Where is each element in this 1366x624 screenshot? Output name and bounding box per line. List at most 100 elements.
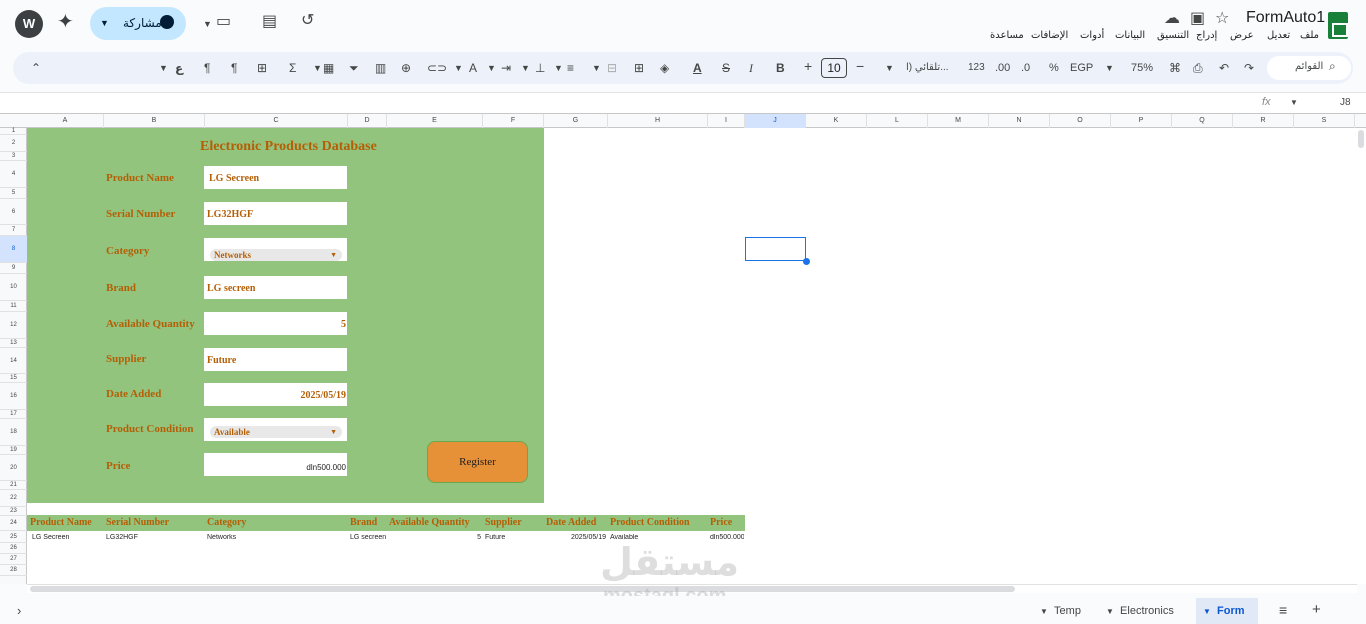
chevron-down-icon[interactable]: ▼	[100, 18, 109, 28]
row-header-10[interactable]: 10	[0, 274, 27, 301]
row-header-18[interactable]: 18	[0, 419, 27, 446]
row-header-22[interactable]: 22	[0, 490, 27, 507]
increase-decimal-button[interactable]: .00	[995, 60, 1010, 76]
halign-dropdown-icon[interactable]: ▼	[554, 60, 563, 76]
column-header-r[interactable]: R	[1233, 114, 1294, 128]
italic-button[interactable]: I	[749, 60, 753, 76]
undo-icon[interactable]: ↶	[1219, 60, 1229, 76]
gemini-icon[interactable]: ✦	[57, 12, 77, 32]
row-header-8[interactable]: 8	[0, 236, 27, 263]
input-tools-dropdown-icon[interactable]: ▼	[159, 60, 168, 76]
tab-form[interactable]: ▼ Form	[1203, 605, 1245, 617]
row-header-13[interactable]: 13	[0, 339, 27, 348]
column-header-b[interactable]: B	[104, 114, 205, 128]
row-header-19[interactable]: 19	[0, 446, 27, 455]
column-header-d[interactable]: D	[348, 114, 387, 128]
row-header-27[interactable]: 27	[0, 554, 27, 565]
row-header-26[interactable]: 26	[0, 543, 27, 554]
merge-dropdown-icon[interactable]: ▼	[592, 60, 601, 76]
column-header-g[interactable]: G	[544, 114, 608, 128]
menu-format[interactable]: التنسيق	[1157, 30, 1189, 41]
valign-dropdown-icon[interactable]: ▼	[521, 60, 530, 76]
bold-button[interactable]: B	[776, 60, 785, 76]
paint-format-icon[interactable]: ⌘	[1169, 60, 1181, 76]
input-product-name[interactable]: LG Secreen	[204, 166, 347, 189]
row-header-9[interactable]: 9	[0, 263, 27, 274]
td-serial-number[interactable]: LG32HGF	[106, 534, 204, 541]
menu-view[interactable]: عرض	[1230, 30, 1254, 41]
column-header-p[interactable]: P	[1111, 114, 1172, 128]
more-formats-button[interactable]: 123	[968, 60, 985, 76]
zoom-select[interactable]: 75%	[1131, 60, 1153, 76]
ltr-icon[interactable]: ¶	[204, 60, 210, 76]
row-header-3[interactable]: 3	[0, 152, 27, 161]
link-icon[interactable]: ⊂⊃	[427, 60, 447, 76]
row-header-25[interactable]: 25	[0, 531, 27, 543]
freeze-icon[interactable]: ⊞	[257, 60, 267, 76]
input-supplier[interactable]: Future	[204, 348, 347, 371]
row-header-7[interactable]: 7	[0, 225, 27, 236]
row-header-20[interactable]: 20	[0, 455, 27, 481]
row-header-14[interactable]: 14	[0, 348, 27, 374]
add-sheet-icon[interactable]: +	[1312, 601, 1321, 618]
input-tools-icon[interactable]: ع	[175, 60, 183, 76]
cell-reference[interactable]: J8	[1340, 97, 1351, 108]
column-header-s[interactable]: S	[1294, 114, 1355, 128]
vertical-scrollbar[interactable]	[1357, 128, 1366, 584]
column-header-e[interactable]: E	[387, 114, 483, 128]
table-icon[interactable]: ▦	[323, 60, 334, 76]
row-header-12[interactable]: 12	[0, 312, 27, 339]
menu-file[interactable]: ملف	[1300, 30, 1319, 41]
td-brand[interactable]: LG secreen	[350, 534, 387, 541]
decrease-font-button[interactable]: −	[856, 58, 864, 74]
collapse-toolbar-icon[interactable]: ⌃	[31, 60, 41, 76]
row-header-1[interactable]: 1	[0, 128, 27, 135]
increase-font-button[interactable]: +	[804, 58, 812, 74]
merge-cells-icon[interactable]: ⊟	[607, 60, 617, 76]
horizontal-align-icon[interactable]: ≡	[567, 60, 574, 76]
sheet-nav-icon[interactable]: ›	[17, 603, 21, 618]
row-header-16[interactable]: 16	[0, 383, 27, 410]
move-folder-icon[interactable]: ▣	[1190, 10, 1205, 28]
table-dropdown-icon[interactable]: ▼	[313, 60, 322, 76]
row-header-11[interactable]: 11	[0, 301, 27, 312]
input-brand[interactable]: LG secreen	[204, 276, 347, 299]
text-color-icon[interactable]: A	[693, 60, 702, 76]
selected-cell[interactable]	[745, 237, 806, 261]
cloud-status-icon[interactable]: ☁	[1164, 10, 1180, 28]
row-header-15[interactable]: 15	[0, 374, 27, 383]
chart-icon[interactable]: ▥	[375, 60, 386, 76]
td-category[interactable]: Networks	[207, 534, 347, 541]
column-header-q[interactable]: Q	[1172, 114, 1233, 128]
register-button[interactable]: Register	[427, 441, 528, 483]
percent-button[interactable]: %	[1049, 60, 1059, 76]
all-sheets-icon[interactable]: ≡	[1279, 602, 1287, 618]
rotate-dropdown-icon[interactable]: ▼	[454, 60, 463, 76]
functions-icon[interactable]: Σ	[289, 60, 296, 76]
column-header-n[interactable]: N	[989, 114, 1050, 128]
tab-electronics[interactable]: ▼ Electronics	[1106, 605, 1174, 617]
share-button[interactable]: ▼ مشاركة	[90, 7, 186, 40]
column-header-f[interactable]: F	[483, 114, 544, 128]
row-header-2[interactable]: 2	[0, 135, 27, 152]
font-dropdown-icon[interactable]: ▼	[885, 60, 894, 76]
column-header-i[interactable]: I	[708, 114, 745, 128]
fill-handle[interactable]	[803, 258, 810, 265]
comment-icon[interactable]: ⊕	[401, 60, 411, 76]
row-header-5[interactable]: 5	[0, 188, 27, 199]
video-call-icon[interactable]: ▭	[216, 13, 231, 31]
menu-extensions[interactable]: الإضافات	[1031, 30, 1068, 41]
menu-edit[interactable]: تعديل	[1267, 30, 1290, 41]
column-header-a[interactable]: A	[27, 114, 104, 128]
font-size-input[interactable]: 10	[821, 58, 847, 78]
column-header-k[interactable]: K	[806, 114, 867, 128]
column-header-h[interactable]: H	[608, 114, 708, 128]
name-box-dropdown-icon[interactable]: ▼	[1290, 98, 1298, 107]
rtl-icon[interactable]: ¶	[231, 60, 237, 76]
wrap-dropdown-icon[interactable]: ▼	[487, 60, 496, 76]
td-date-added[interactable]: 2025/05/19	[546, 534, 606, 541]
vertical-scroll-thumb[interactable]	[1358, 130, 1364, 148]
document-title[interactable]: FormAuto1	[1246, 9, 1325, 27]
print-icon[interactable]: ⎙	[1193, 60, 1203, 76]
currency-button[interactable]: EGP	[1070, 60, 1093, 76]
